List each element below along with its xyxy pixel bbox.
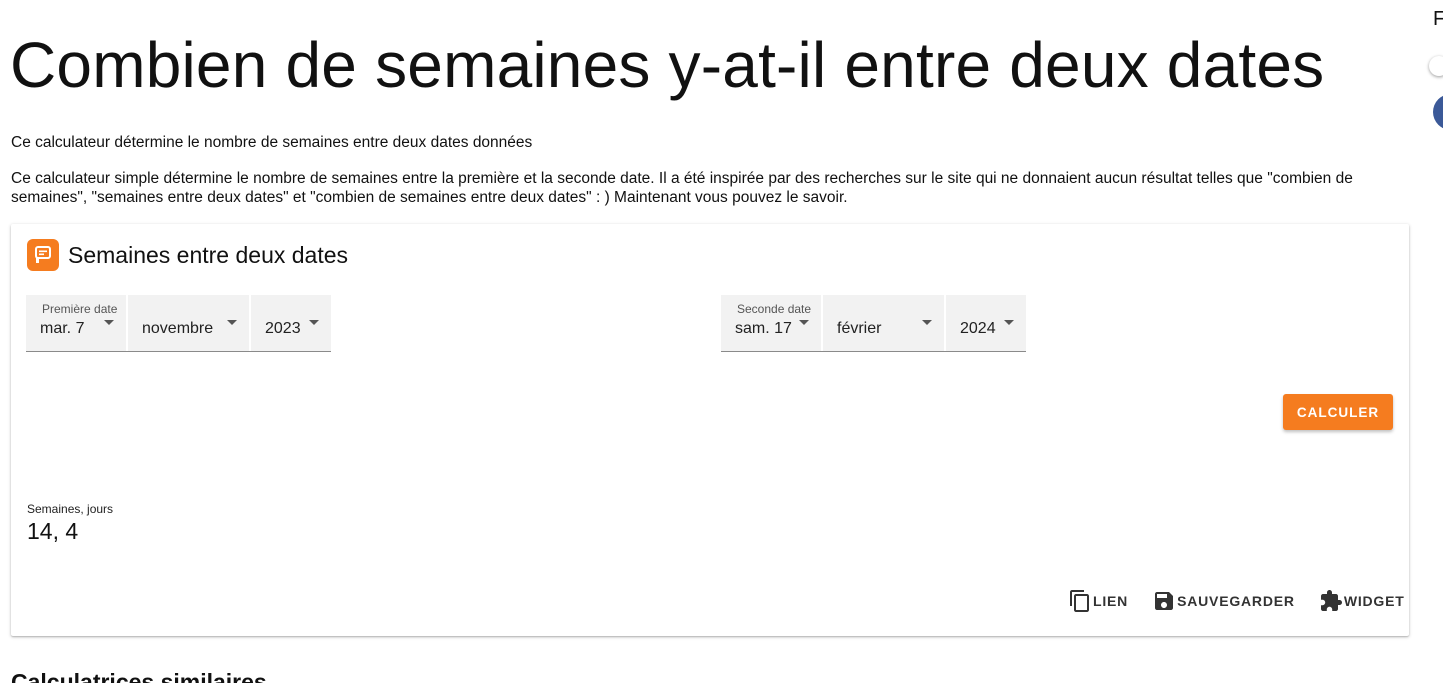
first-date-day-value: mar. 7: [40, 320, 85, 337]
second-date-label: Seconde date: [737, 302, 812, 316]
puzzle-icon: [1320, 590, 1342, 611]
second-date-day-select[interactable]: Seconde date sam. 17: [721, 295, 821, 351]
sidebar-edge-text: F: [1433, 8, 1443, 30]
facebook-icon[interactable]: [1433, 94, 1443, 130]
second-date-month-select[interactable]: février: [823, 295, 944, 351]
card-header: Semaines entre deux dates: [27, 239, 348, 271]
result-label: Semaines, jours: [27, 502, 114, 516]
widget-button[interactable]: WIDGET: [1319, 589, 1405, 613]
similar-calculators-heading: Calculatrices similaires: [11, 669, 267, 683]
intro-text: Ce calculateur détermine le nombre de se…: [11, 134, 533, 151]
toggle-switch[interactable]: [1429, 56, 1443, 76]
link-button[interactable]: LIEN: [1068, 589, 1128, 613]
second-date-day-value: sam. 17: [735, 320, 792, 337]
save-label: SAUVEGARDER: [1177, 593, 1295, 609]
card-actions: LIEN SAUVEGARDER WIDGET: [1068, 589, 1405, 613]
second-date-year-select[interactable]: 2024: [946, 295, 1026, 351]
second-date-month-value: février: [837, 320, 882, 337]
first-date-year-select[interactable]: 2023: [251, 295, 331, 351]
chevron-down-icon: [799, 320, 809, 325]
first-date-month-value: novembre: [142, 320, 214, 337]
link-label: LIEN: [1093, 593, 1129, 609]
chevron-down-icon: [104, 320, 114, 325]
save-button[interactable]: SAUVEGARDER: [1152, 589, 1295, 613]
save-icon: [1155, 592, 1174, 610]
second-date-group: Seconde date sam. 17 février 2024: [721, 295, 1026, 352]
chevron-down-icon: [227, 320, 237, 325]
calculator-title: Semaines entre deux dates: [68, 241, 349, 268]
widget-label: WIDGET: [1343, 593, 1405, 609]
first-date-month-select[interactable]: novembre: [128, 295, 249, 351]
second-date-year-value: 2024: [960, 320, 996, 337]
first-date-year-value: 2023: [265, 320, 301, 337]
chevron-down-icon: [922, 320, 932, 325]
first-date-group: Première date mar. 7 novembre 2023: [26, 295, 331, 352]
chevron-down-icon: [309, 320, 319, 325]
result-value: 14, 4: [27, 518, 79, 544]
first-date-day-select[interactable]: Première date mar. 7: [26, 295, 126, 351]
copy-icon: [1070, 590, 1089, 612]
calculator-brand-icon: [27, 239, 59, 271]
chevron-down-icon: [1004, 320, 1014, 325]
page: Combien de semaines y-at-il entre deux d…: [0, 0, 1443, 683]
page-title: Combien de semaines y-at-il entre deux d…: [10, 29, 1325, 101]
first-date-label: Première date: [42, 302, 118, 316]
description-text: Ce calculateur simple détermine le nombr…: [11, 170, 1353, 206]
calculator-card: Semaines entre deux dates Première date …: [11, 224, 1409, 636]
calculate-button[interactable]: CALCULER: [1283, 394, 1393, 430]
